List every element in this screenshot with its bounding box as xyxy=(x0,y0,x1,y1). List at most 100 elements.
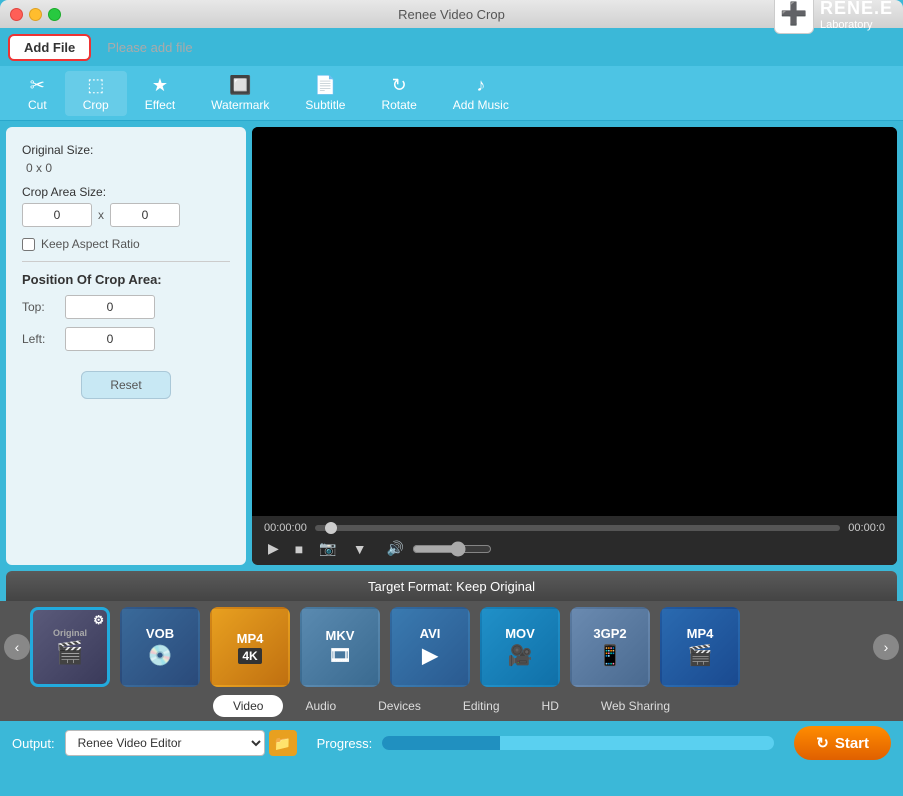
time-end: 00:00:0 xyxy=(848,522,885,534)
btm-tab-audio[interactable]: Audio xyxy=(285,695,356,717)
logo-text: RENE.E xyxy=(820,0,893,19)
tab-effect[interactable]: ★ Effect xyxy=(127,71,193,116)
tab-watermark[interactable]: 🔲 Watermark xyxy=(193,71,287,116)
seek-thumb xyxy=(325,522,337,534)
left-label: Left: xyxy=(22,332,57,346)
crop-icon: ⬚ xyxy=(87,75,104,96)
maximize-button[interactable] xyxy=(48,8,61,21)
format-mkv[interactable]: MKV 🎞 xyxy=(300,607,380,687)
crop-height-input[interactable]: 0 xyxy=(110,203,180,227)
volume-icon: 🔊 xyxy=(383,538,408,559)
tab-cut-label: Cut xyxy=(28,98,47,112)
btm-tab-video[interactable]: Video xyxy=(213,695,283,717)
volume-slider[interactable] xyxy=(412,541,492,557)
video-controls: 00:00:00 00:00:0 ▶ ■ 📷 ▼ 🔊 xyxy=(252,516,897,565)
original-size-label: Original Size: xyxy=(22,143,230,157)
format-vob[interactable]: VOB 💿 xyxy=(120,607,200,687)
reset-button[interactable]: Reset xyxy=(81,371,170,399)
bottom-tabs: Video Audio Devices Editing HD Web Shari… xyxy=(0,693,903,721)
progress-fill xyxy=(382,736,500,750)
left-panel: Original Size: 0 x 0 Crop Area Size: 0 x… xyxy=(6,127,246,565)
position-section: Position Of Crop Area: Top: Left: xyxy=(22,272,230,351)
nav-tabs: ✂ Cut ⬚ Crop ★ Effect 🔲 Watermark 📄 Subt… xyxy=(0,66,903,121)
stop-button[interactable]: ■ xyxy=(291,539,307,559)
tab-effect-label: Effect xyxy=(145,98,175,112)
close-button[interactable] xyxy=(10,8,23,21)
next-format-button[interactable]: › xyxy=(873,634,899,660)
traffic-lights xyxy=(10,8,61,21)
prev-format-button[interactable]: ‹ xyxy=(4,634,30,660)
keep-aspect-checkbox[interactable] xyxy=(22,238,35,251)
original-size-value: 0 x 0 xyxy=(26,161,230,175)
divider xyxy=(22,261,230,262)
start-label: Start xyxy=(835,735,869,752)
btm-tab-websharing[interactable]: Web Sharing xyxy=(581,695,690,717)
format-mov[interactable]: MOV 🎥 xyxy=(480,607,560,687)
effect-icon: ★ xyxy=(152,75,168,96)
format-bar: Target Format: Keep Original xyxy=(6,571,897,601)
format-3gp2[interactable]: 3GP2 📱 xyxy=(570,607,650,687)
btm-tab-editing[interactable]: Editing xyxy=(443,695,520,717)
volume-control: 🔊 xyxy=(383,538,492,559)
format-mp4[interactable]: MP4 4K xyxy=(210,607,290,687)
logo: ➕ RENE.E Laboratory xyxy=(774,0,893,34)
tab-watermark-label: Watermark xyxy=(211,98,269,112)
crop-size-row: 0 x 0 xyxy=(22,203,230,227)
keep-aspect-label: Keep Aspect Ratio xyxy=(41,237,140,251)
format-original[interactable]: ⚙ Original 🎬 xyxy=(30,607,110,687)
progress-label: Progress: xyxy=(317,736,373,751)
seek-bar[interactable] xyxy=(315,525,840,531)
format-mp4hd[interactable]: MP4 🎬 xyxy=(660,607,740,687)
crop-width-input[interactable]: 0 xyxy=(22,203,92,227)
tab-crop[interactable]: ⬚ Crop xyxy=(65,71,127,116)
start-button[interactable]: ↻ Start xyxy=(794,726,891,760)
output-select-wrap: Renee Video Editor 📁 xyxy=(65,730,297,756)
folder-button[interactable]: 📁 xyxy=(269,730,297,756)
tab-cut[interactable]: ✂ Cut xyxy=(10,71,65,116)
start-icon: ↻ xyxy=(816,734,829,752)
add-file-button[interactable]: Add File xyxy=(8,34,91,61)
snapshot-button[interactable]: 📷 xyxy=(315,538,340,559)
position-label: Position Of Crop Area: xyxy=(22,272,230,287)
output-select[interactable]: Renee Video Editor xyxy=(65,730,265,756)
tab-addmusic-label: Add Music xyxy=(453,98,509,112)
main-content: Original Size: 0 x 0 Crop Area Size: 0 x… xyxy=(0,121,903,571)
addmusic-icon: ♪ xyxy=(476,75,485,96)
cut-icon: ✂ xyxy=(30,75,45,96)
toolbar: Add File Please add file xyxy=(0,28,903,66)
file-path-label: Please add file xyxy=(107,40,192,55)
top-row: Top: xyxy=(22,295,230,319)
output-bar: Output: Renee Video Editor 📁 Progress: ↻… xyxy=(0,721,903,765)
minimize-button[interactable] xyxy=(29,8,42,21)
subtitle-icon: 📄 xyxy=(314,75,336,96)
format-avi[interactable]: AVI ▶ xyxy=(390,607,470,687)
tab-rotate[interactable]: ↻ Rotate xyxy=(363,71,434,116)
more-button[interactable]: ▼ xyxy=(349,539,371,559)
tab-rotate-label: Rotate xyxy=(381,98,416,112)
left-input[interactable] xyxy=(65,327,155,351)
play-button[interactable]: ▶ xyxy=(264,538,283,559)
rotate-icon: ↻ xyxy=(392,75,407,96)
crop-area-label: Crop Area Size: xyxy=(22,185,230,199)
btm-tab-devices[interactable]: Devices xyxy=(358,695,441,717)
tab-subtitle-label: Subtitle xyxy=(305,98,345,112)
keep-aspect-row: Keep Aspect Ratio xyxy=(22,237,230,251)
top-label: Top: xyxy=(22,300,57,314)
x-separator: x xyxy=(98,208,104,222)
logo-sub: Laboratory xyxy=(820,19,893,31)
btm-tab-hd[interactable]: HD xyxy=(522,695,579,717)
top-input[interactable] xyxy=(65,295,155,319)
video-screen xyxy=(252,127,897,516)
titlebar: Renee Video Crop ➕ RENE.E Laboratory xyxy=(0,0,903,28)
time-row: 00:00:00 00:00:0 xyxy=(264,522,885,534)
window-title: Renee Video Crop xyxy=(398,7,505,22)
watermark-icon: 🔲 xyxy=(229,75,251,96)
time-start: 00:00:00 xyxy=(264,522,307,534)
tab-subtitle[interactable]: 📄 Subtitle xyxy=(287,71,363,116)
logo-icon: ➕ xyxy=(774,0,814,34)
format-area: ‹ ⚙ Original 🎬 VOB 💿 MP4 4K MKV 🎞 AVI ▶ … xyxy=(0,601,903,693)
format-label: Target Format: Keep Original xyxy=(368,579,535,594)
gear-icon: ⚙ xyxy=(93,613,104,627)
output-progress-bar xyxy=(382,736,774,750)
tab-addmusic[interactable]: ♪ Add Music xyxy=(435,71,527,116)
